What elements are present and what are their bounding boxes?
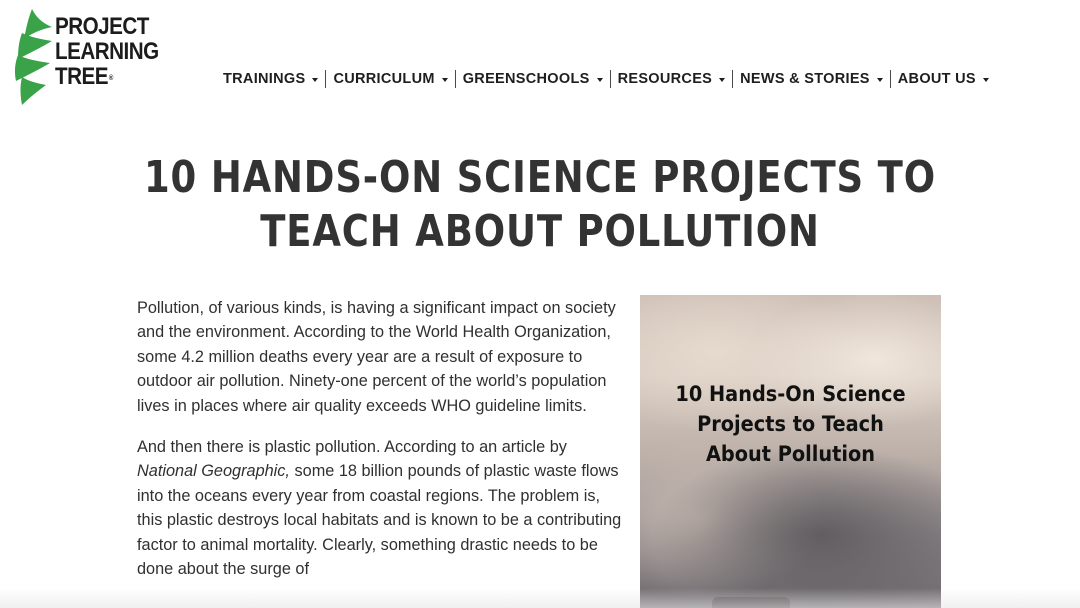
caret-down-icon	[876, 77, 883, 82]
nav-item-label: RESOURCES	[617, 71, 713, 87]
logo-line-tree: TREE	[55, 63, 108, 90]
caret-down-icon	[596, 77, 603, 82]
site-logo[interactable]: PROJECT LEARNING TREE®	[8, 5, 178, 105]
tree-logo-icon	[14, 9, 52, 105]
publication-name: National Geographic,	[137, 462, 290, 481]
nav-item-resources[interactable]: RESOURCES	[611, 71, 733, 87]
main-navigation: TRAININGS CURRICULUM GREENSCHOOLS RESOUR…	[216, 69, 996, 89]
nav-item-label: ABOUT US	[897, 71, 976, 87]
nav-item-label: TRAININGS	[223, 71, 306, 87]
page-title-line-1: 10 HANDS-ON SCIENCE PROJECTS TO	[143, 152, 937, 203]
caret-down-icon	[719, 77, 726, 82]
feature-image-caption: 10 Hands-On Science Projects to Teach Ab…	[640, 379, 941, 469]
nav-item-label: GREENSCHOOLS	[462, 71, 590, 87]
caption-line: 10 Hands-On Science	[675, 382, 906, 406]
nav-item-news-stories[interactable]: NEWS & STORIES	[733, 71, 890, 87]
article-paragraph-2: And then there is plastic pollution. Acc…	[137, 435, 627, 581]
caption-line: About Pollution	[705, 442, 876, 466]
trademark-symbol: ®	[108, 75, 113, 82]
bottom-fade	[0, 588, 1080, 608]
article-body: Pollution, of various kinds, is having a…	[137, 296, 627, 598]
caret-down-icon	[312, 77, 319, 82]
nav-item-label: NEWS & STORIES	[740, 71, 870, 87]
caption-line: Projects to Teach	[697, 412, 884, 436]
logo-line-learning: LEARNING	[55, 38, 159, 65]
feature-image: 10 Hands-On Science Projects to Teach Ab…	[640, 295, 941, 608]
nav-item-trainings[interactable]: TRAININGS	[216, 71, 325, 87]
nav-item-greenschools[interactable]: GREENSCHOOLS	[456, 71, 610, 87]
caret-down-icon	[441, 77, 448, 82]
paragraph-text: And then there is plastic pollution. Acc…	[137, 438, 567, 457]
page-title-line-2: TEACH ABOUT POLLUTION	[260, 206, 820, 257]
nav-item-curriculum[interactable]: CURRICULUM	[326, 71, 454, 87]
caret-down-icon	[982, 77, 989, 82]
nav-item-label: CURRICULUM	[333, 71, 435, 87]
article-paragraph-1: Pollution, of various kinds, is having a…	[137, 299, 616, 415]
nav-item-about-us[interactable]: ABOUT US	[891, 71, 996, 87]
logo-wordmark: PROJECT LEARNING TREE®	[55, 14, 159, 89]
logo-line-project: PROJECT	[55, 13, 149, 40]
